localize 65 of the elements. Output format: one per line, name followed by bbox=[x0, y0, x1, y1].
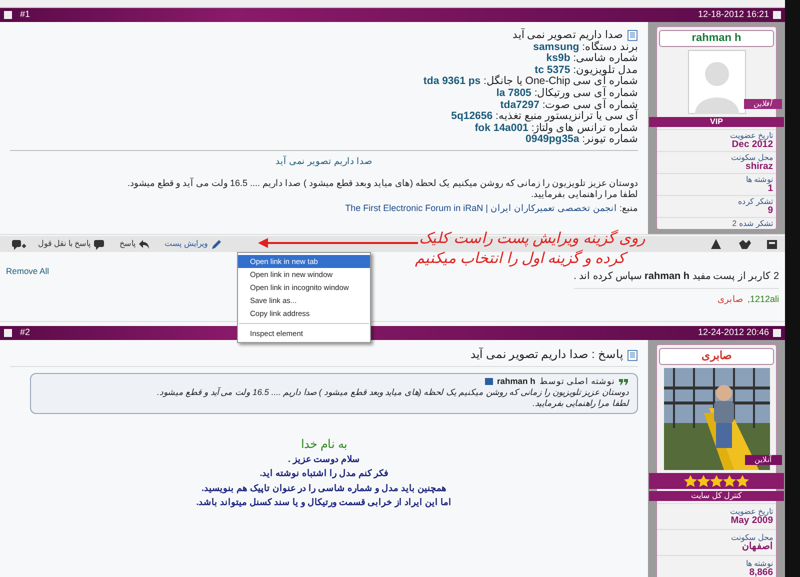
post-paragraph: دوستان عزیز تلویزیون را زمانی که روشن میکنیم یک لحظه (های میاید وبعد قطع میشود ) صدا داریم .... 16.5 ولت می آید و قطع میشود. bbox=[126, 178, 638, 190]
thanked-user[interactable]: صابری bbox=[717, 293, 744, 306]
star-icon bbox=[723, 475, 736, 487]
stat-value: May 2009 bbox=[730, 516, 773, 526]
reply-line: سلام دوست عزیز . bbox=[286, 452, 361, 466]
post-paragraph: لطفا مرا راهنمایی بفرمایید. bbox=[530, 189, 638, 201]
post-title: صدا داریم تصویر نمی آید bbox=[512, 30, 623, 41]
post-number: #1 bbox=[20, 8, 30, 22]
username[interactable]: صابری bbox=[659, 348, 774, 365]
stat-label: تشکر کرده bbox=[738, 197, 773, 206]
stat-label: محل سکونت bbox=[730, 533, 773, 542]
user-title: VIP bbox=[649, 117, 784, 127]
arrow-icon bbox=[258, 238, 418, 248]
stat-label: نوشته ها bbox=[746, 559, 773, 568]
post-date: 12-18-2012 16:21 bbox=[698, 8, 769, 22]
report-icon[interactable] bbox=[711, 238, 723, 250]
stat-label: تشکر شده 2 bbox=[732, 219, 773, 228]
post-number: #2 bbox=[20, 326, 30, 340]
username[interactable]: rahman h bbox=[659, 30, 774, 47]
post-icon bbox=[773, 11, 781, 19]
post-icon bbox=[773, 329, 781, 337]
reply-line: همچنین باید مدل و شماره شاسی را در عنوان تاپیک هم بنویسید. bbox=[200, 482, 448, 496]
stat-value: 8,866 bbox=[748, 568, 773, 577]
source-line: منبع: انجمن تخصصی تعمیرکاران ایران | The First Electronic Forum in iRaN bbox=[344, 202, 638, 214]
star-icon bbox=[684, 475, 697, 487]
reply-line: اما این ایراد از خرابی قسمت ورتیکال و یا سند کسنل میتواند باشد. bbox=[195, 496, 453, 510]
annotation-text: روی گزینه ویرایش پست راست کلیک bbox=[419, 229, 645, 249]
thanked-user[interactable]: 1212ali, bbox=[747, 293, 779, 306]
document-icon bbox=[627, 350, 638, 362]
source-link[interactable]: انجمن تخصصی تعمیرکاران ایران | The First Electronic Forum in iRaN bbox=[345, 202, 617, 213]
edit-button[interactable]: ویرایش پست bbox=[158, 238, 231, 250]
star-icon bbox=[736, 475, 749, 487]
stat-label: تاریخ عضویت bbox=[730, 507, 773, 516]
quote-button[interactable]: پاسخ با نقل قول bbox=[32, 238, 114, 250]
stat-value: Dec 2012 bbox=[732, 140, 773, 150]
stat-label: نوشته ها bbox=[746, 175, 773, 184]
user-title: کنترل کل سایت bbox=[649, 491, 784, 501]
stat-value: 9 bbox=[768, 206, 773, 216]
stat-value: shiraz bbox=[746, 162, 773, 172]
view-post-icon[interactable] bbox=[485, 378, 493, 385]
quote-text: دوستان عزیز تلویزیون را زمانی که روشن میکنیم یک لحظه (های میاید وبعد قطع میشود ) صدا داریم .... 16.5 ولت می آید و قطع میشود. bbox=[156, 386, 629, 398]
stat-label: محل سکونت bbox=[730, 153, 773, 162]
select-checkbox[interactable] bbox=[4, 329, 12, 337]
star-icon bbox=[710, 475, 723, 487]
reply-line: فکر کنم مدل را اشتباه نوشته اید. bbox=[258, 467, 390, 480]
quote-intro: نوشته اصلی توسط bbox=[539, 376, 615, 387]
remove-all-link[interactable]: Remove All bbox=[6, 265, 49, 278]
multiquote-icon bbox=[12, 238, 26, 250]
greeting: به نام خدا bbox=[300, 436, 348, 452]
quote-icon bbox=[619, 377, 629, 386]
quote-author: rahman h bbox=[497, 376, 536, 387]
stat-value: اصفهان bbox=[742, 542, 773, 552]
ip-icon[interactable] bbox=[767, 238, 779, 250]
thanks-icon[interactable] bbox=[739, 238, 751, 250]
post-subtitle: صدا داریم تصویر نمی آید bbox=[274, 156, 374, 168]
select-checkbox[interactable] bbox=[4, 11, 12, 19]
reply-button[interactable]: پاسخ bbox=[114, 238, 159, 250]
star-icon bbox=[697, 475, 710, 487]
stat-value: 1 bbox=[768, 184, 773, 194]
quote-text: لطفا مرا راهنمایی بفرمایید. bbox=[532, 398, 629, 409]
document-icon bbox=[627, 30, 638, 42]
stat-label: تاریخ عضویت bbox=[730, 131, 773, 140]
avatar-icon bbox=[688, 50, 746, 114]
post-date: 12-24-2012 20:46 bbox=[698, 326, 769, 340]
post-title: پاسخ : صدا داریم تصویر نمی آید bbox=[470, 350, 623, 362]
